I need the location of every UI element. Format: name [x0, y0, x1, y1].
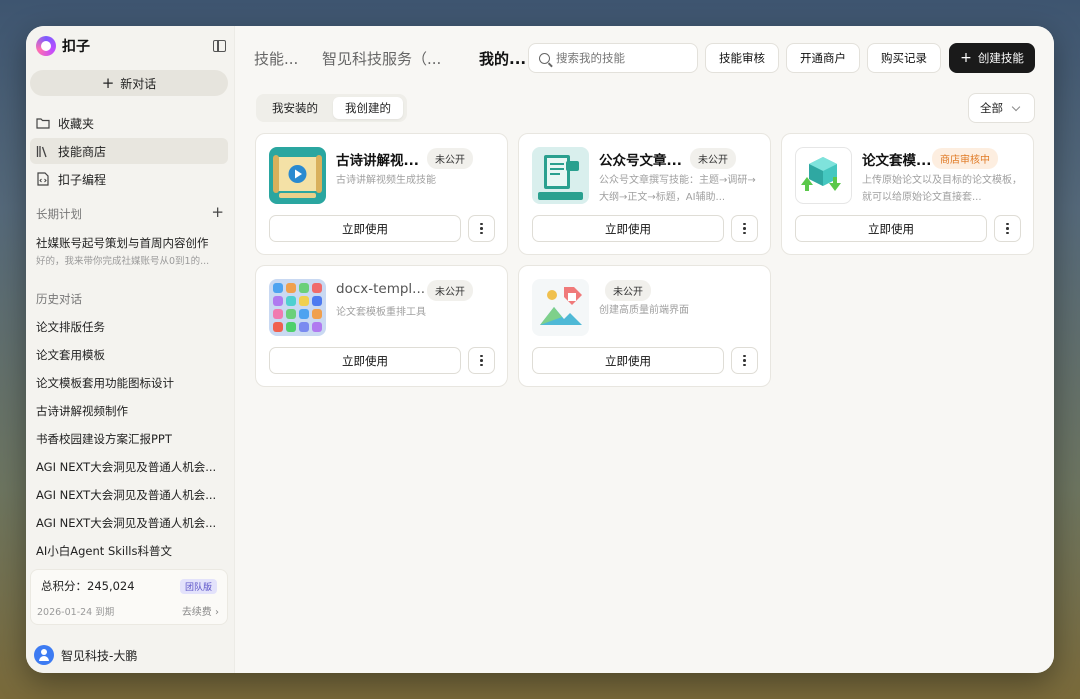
user-profile[interactable]: 智见科技-大鹏 [34, 645, 137, 665]
folder-icon [36, 116, 50, 130]
plan-subtitle: 好的，我来带你完成社媒账号从0到1的... [36, 256, 210, 267]
history-title: 历史对话 [36, 292, 82, 306]
renew-link[interactable]: 去续费 › [182, 603, 219, 618]
skill-card[interactable]: 论文套模... 商店审核中 上传原始论文以及目标的论文模板，就可以给原始论文直接… [781, 133, 1034, 255]
more-options-button[interactable] [468, 347, 495, 374]
sidebar-toggle-icon[interactable] [213, 40, 226, 52]
status-badge: 未公开 [427, 148, 473, 169]
plan-title[interactable]: 社媒账号起号策划与首周内容创作 [36, 235, 226, 251]
main-content: 技能... 智见科技服务（... 我的... 技能审核 开通商户 购买记录 + … [235, 26, 1054, 673]
sidebar: 扣子 + 新对话 收藏夹 技能商店 扣子编程 长期计划 + 社媒账号起号策划与首… [26, 26, 235, 673]
more-options-button[interactable] [468, 215, 495, 242]
skill-card[interactable]: 公众号文章... 未公开 公众号文章撰写技能：主题→调研→大纲→正文→标题，AI… [518, 133, 771, 255]
history-item[interactable]: AGI NEXT大会洞见及普通人机会... [36, 459, 226, 475]
skill-card[interactable]: 古诗讲解视... 未公开 古诗讲解视频生成技能 立即使用 [255, 133, 508, 255]
app-window: 扣子 + 新对话 收藏夹 技能商店 扣子编程 长期计划 + 社媒账号起号策划与首… [26, 26, 1054, 673]
more-options-button[interactable] [731, 347, 758, 374]
card-title: 论文套模... [862, 153, 932, 169]
history-item[interactable]: 书香校园建设方案汇报PPT [36, 431, 226, 447]
status-badge: 商店审核中 [932, 148, 998, 169]
skill-card[interactable]: docx-templ... 未公开 论文套模板重排工具 立即使用 [255, 265, 508, 387]
logo-icon [36, 36, 56, 56]
history-item[interactable]: 论文套用模板 [36, 347, 226, 363]
new-chat-button[interactable]: + 新对话 [30, 70, 228, 96]
tab-skills[interactable]: 技能... [254, 48, 298, 69]
avatar [34, 645, 54, 665]
article-book-icon [532, 147, 589, 204]
expire-date: 2026-01-24 到期 [37, 607, 115, 618]
search-box[interactable] [528, 43, 698, 73]
card-description: 创建高质量前端界面 [599, 305, 689, 316]
card-title: 古诗讲解视... [336, 153, 419, 169]
user-name: 智见科技-大鹏 [61, 648, 138, 663]
scroll-video-icon [269, 147, 326, 204]
brand-name: 扣子 [62, 39, 90, 55]
history-item[interactable]: AGI NEXT大会洞见及普通人机会... [36, 515, 226, 531]
tab-company-service[interactable]: 智见科技服务（... [322, 48, 441, 69]
history-item[interactable]: AI小白Agent Skills科普文 [36, 543, 226, 559]
status-badge: 未公开 [427, 280, 473, 301]
segment-created[interactable]: 我创建的 [333, 97, 403, 119]
frontend-logo-icon [532, 279, 589, 336]
create-skill-button[interactable]: + 创建技能 [949, 43, 1035, 73]
plus-icon: + [960, 50, 972, 66]
long-plan-title: 长期计划 [36, 207, 82, 221]
more-options-button[interactable] [994, 215, 1021, 242]
points-card: 总积分：245,024 团队版 2026-01-24 到期 去续费 › [30, 569, 228, 625]
app-grid-icon [269, 279, 326, 336]
add-plan-icon[interactable]: + [211, 203, 224, 221]
history-item[interactable]: 论文模板套用功能图标设计 [36, 375, 226, 391]
skill-card[interactable]: 未公开 创建高质量前端界面 立即使用 [518, 265, 771, 387]
status-badge: 未公开 [690, 148, 736, 169]
segment-installed[interactable]: 我安装的 [260, 97, 330, 119]
sidebar-item-label: 收藏夹 [58, 116, 95, 131]
purchase-history-button[interactable]: 购买记录 [867, 43, 941, 73]
install-filter-segment: 我安装的 我创建的 [256, 94, 407, 122]
card-title: docx-templ... [336, 281, 426, 297]
brand[interactable]: 扣子 [36, 36, 90, 56]
new-chat-label: 新对话 [120, 76, 157, 91]
create-skill-label: 创建技能 [977, 51, 1024, 65]
status-badge: 未公开 [605, 280, 651, 301]
history-item[interactable]: AGI NEXT大会洞见及普通人机会... [36, 487, 226, 503]
points-total: 总积分：245,024 [41, 579, 135, 593]
sidebar-item-favorites[interactable]: 收藏夹 [30, 110, 228, 136]
status-select[interactable]: 全部 [968, 93, 1035, 123]
skill-review-button[interactable]: 技能审核 [705, 43, 779, 73]
tab-mine[interactable]: 我的... [479, 48, 526, 69]
team-badge: 团队版 [179, 579, 217, 594]
sidebar-item-label: 技能商店 [58, 144, 107, 159]
use-now-button[interactable]: 立即使用 [532, 215, 724, 242]
books-icon [36, 144, 50, 158]
search-icon [539, 52, 550, 64]
card-description: 公众号文章撰写技能：主题→调研→大纲→正文→标题，AI辅助... [599, 175, 756, 203]
status-select-value: 全部 [980, 101, 1003, 115]
plus-icon: + [101, 73, 115, 92]
chevron-down-icon [1011, 102, 1021, 111]
sidebar-item-coze-coding[interactable]: 扣子编程 [30, 166, 228, 192]
card-description: 古诗讲解视频生成技能 [336, 175, 436, 186]
use-now-button[interactable]: 立即使用 [532, 347, 724, 374]
history-item[interactable]: 论文排版任务 [36, 319, 226, 335]
code-file-icon [36, 172, 50, 186]
open-merchant-button[interactable]: 开通商户 [786, 43, 860, 73]
card-description: 论文套模板重排工具 [336, 307, 426, 318]
cube-arrows-icon [795, 147, 852, 204]
card-description: 上传原始论文以及目标的论文模板，就可以给原始论文直接套... [862, 175, 1022, 203]
more-options-button[interactable] [731, 215, 758, 242]
sidebar-item-label: 扣子编程 [58, 172, 107, 187]
use-now-button[interactable]: 立即使用 [269, 215, 461, 242]
search-input[interactable] [556, 51, 686, 65]
sidebar-item-skill-store[interactable]: 技能商店 [30, 138, 228, 164]
card-title: 公众号文章... [599, 153, 682, 169]
history-item[interactable]: 古诗讲解视频制作 [36, 403, 226, 419]
use-now-button[interactable]: 立即使用 [269, 347, 461, 374]
use-now-button[interactable]: 立即使用 [795, 215, 987, 242]
